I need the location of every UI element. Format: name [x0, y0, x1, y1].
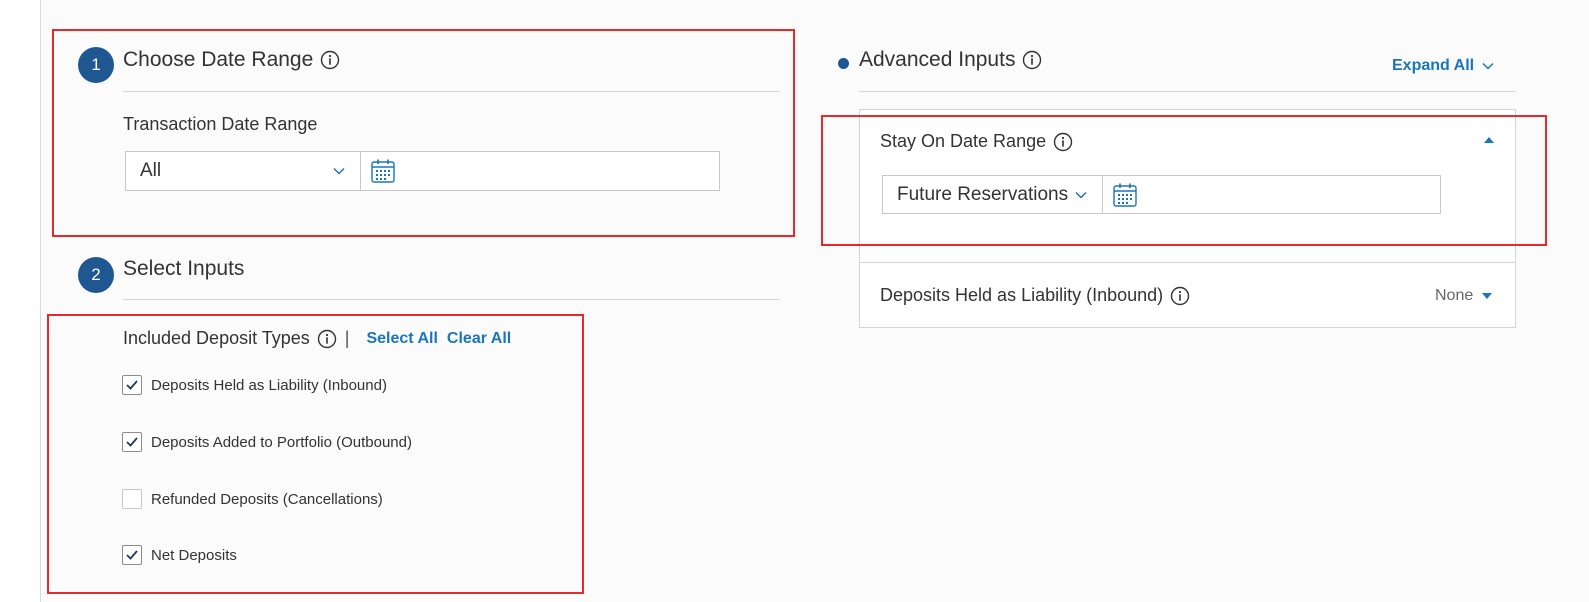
advanced-heading: Advanced Inputs: [859, 48, 1042, 72]
transaction-date-range-label: Transaction Date Range: [123, 114, 318, 134]
select-all-link[interactable]: Select All: [366, 330, 437, 348]
advanced-divider: [859, 91, 1516, 92]
checkbox[interactable]: [122, 489, 142, 509]
checkbox[interactable]: [122, 375, 142, 395]
deposit-option-inbound[interactable]: Deposits Held as Liability (Inbound): [122, 375, 387, 395]
info-icon[interactable]: [1053, 132, 1073, 152]
option-label: Deposits Held as Liability (Inbound): [151, 376, 387, 394]
stay-date-range-title: Stay On Date Range: [880, 131, 1047, 151]
step-2-divider: [123, 299, 780, 300]
checkmark-icon: [126, 550, 138, 560]
checkmark-icon: [126, 380, 138, 390]
step-2-title: Select Inputs: [123, 257, 245, 280]
checkbox[interactable]: [122, 432, 142, 452]
option-label: Refunded Deposits (Cancellations): [151, 490, 383, 508]
stay-date-range-header[interactable]: Stay On Date Range: [880, 131, 1073, 152]
deposits-liability-value: None: [1435, 287, 1474, 304]
option-label: Net Deposits: [151, 546, 237, 564]
transaction-date-range-select[interactable]: All: [126, 152, 361, 190]
clear-all-link[interactable]: Clear All: [447, 330, 511, 348]
deposit-option-net[interactable]: Net Deposits: [122, 545, 237, 565]
deposit-types-label: Included Deposit Types: [123, 328, 310, 348]
stay-date-range-select[interactable]: Future Reservations: [883, 176, 1103, 213]
deposit-types-header: Included Deposit Types | Select All Clea…: [123, 328, 511, 349]
checkmark-icon: [126, 437, 138, 447]
advanced-bullet: [838, 58, 849, 69]
chevron-down-icon: [1482, 62, 1494, 70]
chevron-down-icon: [333, 167, 345, 175]
step-1-number: 1: [91, 55, 101, 74]
step-1-title: Choose Date Range: [123, 48, 314, 71]
info-icon[interactable]: [320, 50, 340, 70]
chevron-down-icon: [1075, 191, 1087, 199]
step-2-number: 2: [91, 265, 101, 284]
info-icon[interactable]: [1170, 286, 1190, 306]
panel-separator: [860, 262, 1515, 263]
link-separator: |: [344, 328, 350, 348]
stay-calendar-button[interactable]: [1103, 176, 1138, 213]
deposits-liability-header[interactable]: Deposits Held as Liability (Inbound): [880, 285, 1190, 306]
deposits-liability-title: Deposits Held as Liability (Inbound): [880, 285, 1164, 305]
option-label: Deposits Added to Portfolio (Outbound): [151, 433, 412, 451]
calendar-icon: [1113, 183, 1137, 207]
transaction-date-range-value: All: [140, 160, 162, 181]
deposits-liability-toggle[interactable]: None: [1435, 287, 1493, 305]
step-1-divider: [123, 91, 780, 92]
advanced-title: Advanced Inputs: [859, 48, 1016, 71]
caret-up-icon[interactable]: [1483, 135, 1495, 145]
calendar-icon: [371, 159, 395, 183]
step-2-badge: 2: [78, 257, 114, 293]
stay-date-range-control: Future Reservations: [882, 175, 1441, 214]
step-2-heading: Select Inputs: [123, 257, 244, 281]
step-1-badge: 1: [78, 47, 114, 83]
stay-date-range-value: Future Reservations: [897, 183, 1069, 205]
transaction-date-range-control: All: [125, 151, 720, 191]
expand-all-button[interactable]: Expand All: [1392, 57, 1495, 75]
transaction-calendar-button[interactable]: [361, 152, 396, 190]
info-icon[interactable]: [317, 329, 337, 349]
deposit-option-refunded[interactable]: Refunded Deposits (Cancellations): [122, 489, 383, 509]
caret-down-icon: [1482, 293, 1493, 299]
info-icon[interactable]: [1022, 50, 1042, 70]
deposit-option-outbound[interactable]: Deposits Added to Portfolio (Outbound): [122, 432, 412, 452]
step-1-heading: Choose Date Range: [123, 48, 340, 72]
expand-all-label: Expand All: [1392, 57, 1475, 74]
checkbox[interactable]: [122, 545, 142, 565]
